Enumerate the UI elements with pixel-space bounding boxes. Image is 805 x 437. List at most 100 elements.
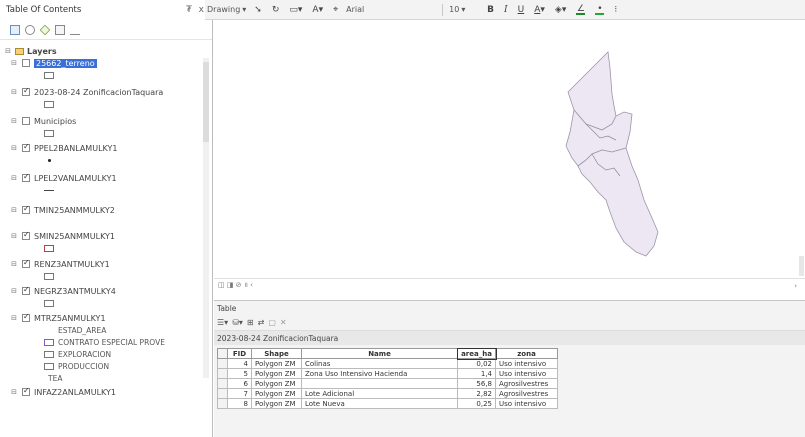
rectangle-icon[interactable]: ▭▾ <box>287 5 304 15</box>
layer-visibility-checkbox[interactable] <box>22 172 30 182</box>
layer-visibility-checkbox[interactable] <box>22 86 30 96</box>
cell-name[interactable]: Lote Adicional <box>301 388 458 399</box>
cell-area[interactable]: 1,4 <box>457 368 496 379</box>
layer-visibility-checkbox[interactable] <box>22 59 30 67</box>
layer-visibility-checkbox[interactable] <box>22 204 30 214</box>
list-by-source-icon[interactable] <box>25 24 35 35</box>
column-header-area[interactable]: area_ha <box>456 347 497 360</box>
layer-label[interactable]: Municipios <box>34 117 76 126</box>
row-selector[interactable] <box>217 368 228 379</box>
column-header-zona[interactable]: zona <box>495 348 558 359</box>
cell-zona[interactable]: Uso intensivo <box>495 358 558 369</box>
table-row[interactable]: 7 Polygon ZM Lote Adicional 2,82 Agrosil… <box>217 388 558 399</box>
font-size-select[interactable]: 10 ▾ <box>449 5 479 14</box>
layer-label[interactable]: 2023-08-24 ZonificacionTaquara <box>34 88 163 97</box>
column-header-shape[interactable]: Shape <box>251 348 302 359</box>
layer-label[interactable]: PPEL2BANLAMULKY1 <box>34 144 117 153</box>
layer-label[interactable]: LPEL2VANLAMULKY1 <box>34 174 117 183</box>
table-row[interactable]: 5 Polygon ZM Zona Uso Intensivo Hacienda… <box>217 368 558 379</box>
layers-group[interactable]: ⊟ Layers <box>4 45 212 57</box>
layer-item-lpel[interactable]: ⊟ LPEL2VANLAMULKY1 <box>10 172 212 184</box>
cell-zona[interactable]: Agrosilvestres <box>495 388 558 399</box>
collapse-icon[interactable]: ⊟ <box>10 232 18 240</box>
cell-shape[interactable]: Polygon ZM <box>251 398 302 409</box>
drawing-menu[interactable]: Drawing ▾ <box>207 5 246 14</box>
collapse-icon[interactable]: ⊟ <box>10 144 18 152</box>
cell-name[interactable] <box>301 378 458 389</box>
select-elements-icon[interactable]: ➘ <box>252 5 264 15</box>
layer-visibility-checkbox[interactable] <box>22 142 30 152</box>
layer-item-zonificacion[interactable]: ⊟ 2023-08-24 ZonificacionTaquara <box>10 86 212 98</box>
collapse-icon[interactable]: ⊟ <box>4 47 12 55</box>
table-options-icon[interactable]: ☰▾ <box>217 318 228 327</box>
list-by-visibility-icon[interactable] <box>39 24 51 35</box>
collapse-icon[interactable]: ⊟ <box>10 117 18 125</box>
cell-shape[interactable]: Polygon ZM <box>251 368 302 379</box>
map-scroll-right-indicator[interactable] <box>799 256 804 276</box>
layer-visibility-checkbox[interactable] <box>22 285 30 295</box>
column-header-name[interactable]: Name <box>301 348 458 359</box>
italic-button[interactable]: I <box>502 5 510 15</box>
layer-item-terreno[interactable]: ⊟ 25662_terreno <box>10 57 212 69</box>
cell-area[interactable]: 0,25 <box>457 398 496 409</box>
options-icon[interactable] <box>70 25 80 35</box>
cell-name[interactable]: Zona Uso Intensivo Hacienda <box>301 368 458 379</box>
layer-visibility-checkbox[interactable] <box>22 258 30 268</box>
layer-label[interactable]: MTRZ5ANMULKY1 <box>34 314 106 323</box>
map-view[interactable] <box>214 20 805 278</box>
cell-zona[interactable]: Agrosilvestres <box>495 378 558 389</box>
table-row[interactable]: 4 Polygon ZM Colinas 0,02 Uso intensivo <box>217 358 558 369</box>
cell-fid[interactable]: 8 <box>227 398 252 409</box>
collapse-icon[interactable]: ⊟ <box>10 388 18 396</box>
toolbar-options-icon[interactable]: ⁝ <box>612 5 619 15</box>
toc-pin-close[interactable]: ₮ x <box>186 5 206 15</box>
cell-name[interactable]: Lote Nueva <box>301 398 458 409</box>
list-by-drawing-order-icon[interactable] <box>10 24 20 35</box>
row-selector-header[interactable] <box>217 348 228 359</box>
row-selector[interactable] <box>217 398 228 409</box>
collapse-icon[interactable]: ⊟ <box>10 287 18 295</box>
map-polygon-south[interactable] <box>577 147 659 257</box>
cell-area[interactable]: 2,82 <box>457 388 496 399</box>
collapse-icon[interactable]: ⊟ <box>10 314 18 322</box>
cell-zona[interactable]: Uso intensivo <box>495 368 558 379</box>
delete-selected-icon[interactable]: ✕ <box>280 318 287 327</box>
layer-label[interactable]: TMIN25ANMMULKY2 <box>34 206 115 215</box>
layer-item-renz[interactable]: ⊟ RENZ3ANTMULKY1 <box>10 258 212 270</box>
scrollbar-thumb[interactable] <box>203 62 209 142</box>
layer-item-mtrz[interactable]: ⊟ MTRZ5ANMULKY1 <box>10 312 212 324</box>
marker-color-icon[interactable]: • <box>593 4 606 15</box>
cell-shape[interactable]: Polygon ZM <box>251 388 302 399</box>
layer-item-negrz[interactable]: ⊟ NEGRZ3ANTMULKY4 <box>10 285 212 297</box>
layer-label[interactable]: 25662_terreno <box>34 58 97 68</box>
select-by-attributes-icon[interactable]: ⊞ <box>247 318 254 327</box>
layer-label[interactable]: RENZ3ANTMULKY1 <box>34 260 110 269</box>
underline-button[interactable]: U <box>516 5 527 15</box>
table-row[interactable]: 6 Polygon ZM 56,8 Agrosilvestres <box>217 378 558 389</box>
row-selector[interactable] <box>217 388 228 399</box>
collapse-icon[interactable]: ⊟ <box>10 59 18 67</box>
line-color-icon[interactable]: ∠ <box>574 4 587 15</box>
font-color-button[interactable]: A▾ <box>532 5 547 15</box>
new-text-icon[interactable]: A▾ <box>310 5 325 15</box>
cell-area[interactable]: 56,8 <box>457 378 496 389</box>
cell-fid[interactable]: 6 <box>227 378 252 389</box>
font-select[interactable]: Arial <box>346 5 436 14</box>
cell-fid[interactable]: 5 <box>227 368 252 379</box>
edit-vertices-icon[interactable]: ⌖ <box>331 5 340 15</box>
layer-visibility-checkbox[interactable] <box>22 386 30 396</box>
fill-color-icon[interactable]: ◈▾ <box>553 5 568 15</box>
cell-shape[interactable]: Polygon ZM <box>251 378 302 389</box>
layer-visibility-checkbox[interactable] <box>22 230 30 240</box>
layer-label[interactable]: INFAZ2ANLAMULKY1 <box>34 388 116 397</box>
cell-fid[interactable]: 4 <box>227 358 252 369</box>
related-tables-icon[interactable]: ⛁▾ <box>232 318 243 327</box>
toc-scrollbar[interactable] <box>203 58 209 378</box>
layer-label[interactable]: NEGRZ3ANTMULKY4 <box>34 287 116 296</box>
map-view-controls[interactable]: ◫ ◨ ⊘ ॥ ‹ <box>218 281 253 290</box>
map-scroll-right[interactable]: › <box>794 282 797 290</box>
collapse-icon[interactable]: ⊟ <box>10 174 18 182</box>
cell-area[interactable]: 0,02 <box>457 358 496 369</box>
row-selector[interactable] <box>217 378 228 389</box>
column-header-fid[interactable]: FID <box>227 348 252 359</box>
